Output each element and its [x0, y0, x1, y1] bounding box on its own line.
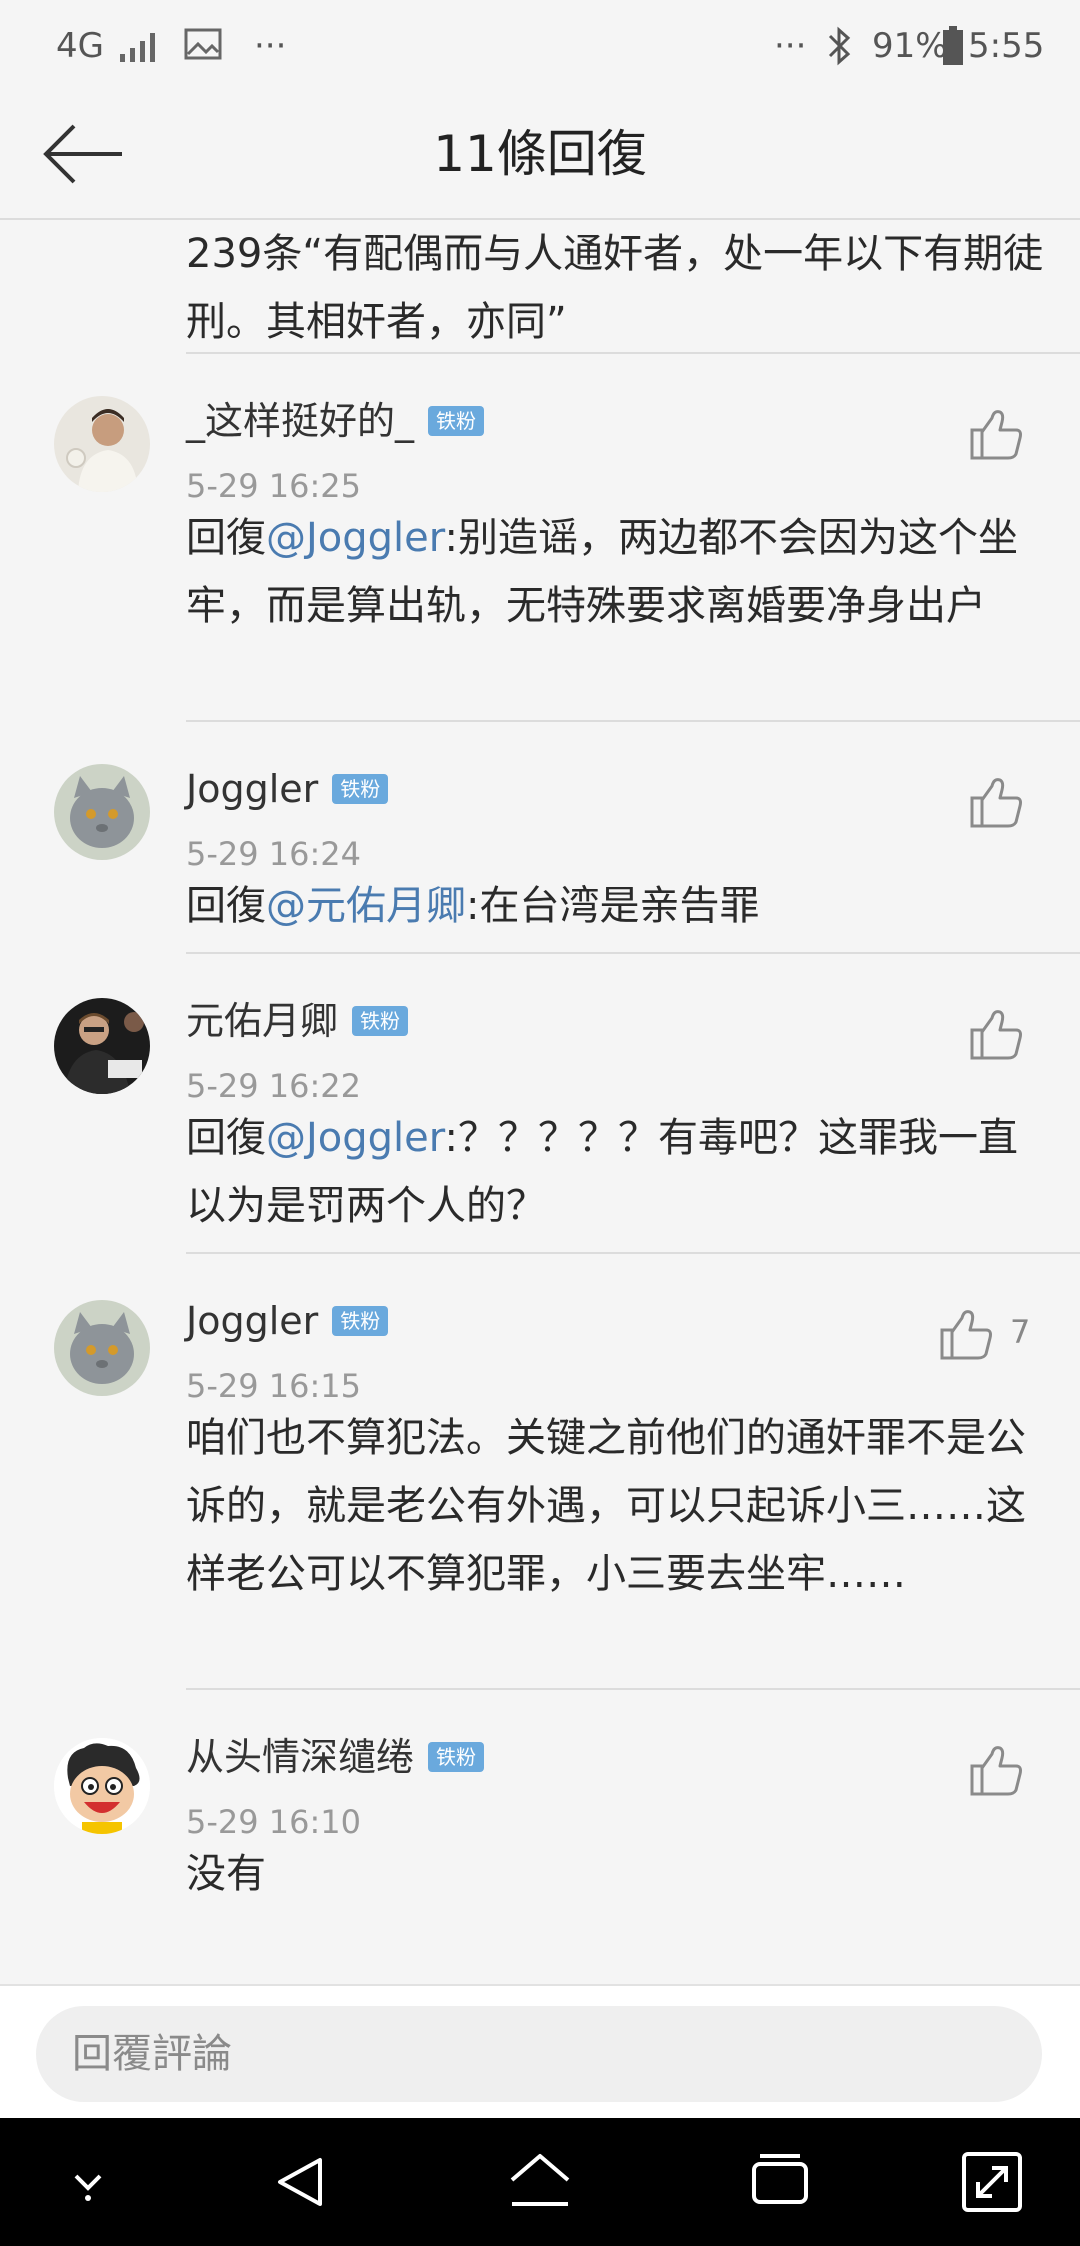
- comment-item: Joggler 铁粉 5-29 16:24 回復@元佑月卿:在台湾是亲告罪: [0, 720, 1080, 952]
- comment-time: 5-29 16:24: [186, 835, 362, 873]
- nav-expand-button[interactable]: [950, 2140, 1034, 2224]
- comment-username[interactable]: 从头情深缱绻 铁粉: [186, 1732, 485, 1782]
- like-button[interactable]: [938, 1306, 994, 1362]
- chevron-down-icon: [74, 2174, 102, 2201]
- username-text: Joggler: [186, 767, 319, 811]
- signal-icon: [118, 30, 162, 62]
- avatar[interactable]: [54, 998, 150, 1094]
- system-nav-bar: [0, 2118, 1080, 2246]
- comment-username[interactable]: Joggler 铁粉: [186, 764, 389, 814]
- comment-time: 5-29 16:10: [186, 1803, 362, 1841]
- back-triangle-icon: [278, 2158, 322, 2206]
- battery-icon: [942, 26, 964, 66]
- fan-badge: 铁粉: [332, 774, 389, 804]
- previous-comment-text: 239条“有配偶而与人通奸者，处一年以下有期徒刑。其相奸者，亦同”: [186, 231, 1044, 345]
- reply-prefix: 回復: [186, 1115, 266, 1161]
- comment-body: 回復@元佑月卿:在台湾是亲告罪: [186, 872, 1046, 940]
- comment-body: 回復@Joggler:别造谣，两边都不会因为这个坐牢，而是算出轨，无特殊要求离婚…: [186, 504, 1046, 640]
- status-dots: ···: [254, 26, 287, 66]
- clock: 5:55: [968, 26, 1045, 66]
- like-button[interactable]: [968, 1006, 1024, 1062]
- username-text: 从头情深缱绻: [186, 1735, 415, 1779]
- header: 11條回復: [0, 90, 1080, 220]
- comment-time: 5-29 16:25: [186, 467, 362, 505]
- reply-prefix: 回復: [186, 515, 266, 561]
- like-button[interactable]: [968, 774, 1024, 830]
- thumbs-up-icon: [970, 410, 1022, 460]
- like-button[interactable]: [968, 1742, 1024, 1798]
- thumbs-up-icon: [970, 778, 1022, 828]
- mention-link[interactable]: @元佑月卿: [266, 883, 466, 929]
- fan-badge: 铁粉: [428, 406, 485, 436]
- reply-bar: [0, 1984, 1080, 2120]
- comment-body: 咱们也不算犯法。关键之前他们的通奸罪不是公诉的，就是老公有外遇，可以只起诉小三……: [186, 1415, 1026, 1597]
- avatar[interactable]: [54, 1738, 150, 1834]
- expand-icon: [962, 2152, 1022, 2212]
- home-icon: [510, 2154, 570, 2206]
- fan-badge: 铁粉: [428, 1742, 485, 1772]
- comment-username[interactable]: Joggler 铁粉: [186, 1296, 389, 1346]
- bluetooth-icon: [826, 24, 854, 68]
- nav-home-button[interactable]: [498, 2140, 582, 2224]
- comment-body: 没有: [186, 1851, 266, 1897]
- avatar[interactable]: [54, 764, 150, 860]
- status-dots-right: ···: [774, 26, 807, 66]
- username-text: 元佑月卿: [186, 999, 339, 1043]
- image-icon: [184, 28, 224, 62]
- comment-time: 5-29 16:22: [186, 1067, 362, 1105]
- hide-keyboard-button[interactable]: [46, 2140, 130, 2224]
- network-type-label: 4G: [56, 26, 104, 66]
- comment-item: Joggler 铁粉 5-29 16:15 咱们也不算犯法。关键之前他们的通奸罪不…: [0, 1252, 1080, 1688]
- comment-body: 回復@Joggler:？？？？？有毒吧？这罪我一直以为是罚两个人的？: [186, 1104, 1046, 1240]
- thumbs-up-icon: [970, 1010, 1022, 1060]
- reply-prefix: 回復: [186, 883, 266, 929]
- like-count: 7: [1010, 1313, 1031, 1351]
- nav-recents-button[interactable]: [738, 2140, 822, 2224]
- comment-item: 从头情深缱绻 铁粉 5-29 16:10 没有: [0, 1688, 1080, 1984]
- status-bar: 4G ··· ··· 91% 5:55: [0, 0, 1080, 90]
- nav-back-button[interactable]: [258, 2140, 342, 2224]
- avatar[interactable]: [54, 396, 150, 492]
- recents-icon: [752, 2154, 808, 2204]
- username-text: Joggler: [186, 1299, 319, 1343]
- comment-list[interactable]: 239条“有配偶而与人通奸者，处一年以下有期徒刑。其相奸者，亦同” _这样挺好的…: [0, 220, 1080, 1984]
- battery-percent: 91%: [872, 26, 948, 66]
- comment-time: 5-29 16:15: [186, 1367, 362, 1405]
- avatar[interactable]: [54, 1300, 150, 1396]
- mention-link[interactable]: @Joggler: [266, 515, 445, 561]
- comment-item: 元佑月卿 铁粉 5-29 16:22 回復@Joggler:？？？？？有毒吧？这罪…: [0, 952, 1080, 1252]
- comment-username[interactable]: 元佑月卿 铁粉: [186, 996, 409, 1046]
- like-button[interactable]: [968, 406, 1024, 462]
- fan-badge: 铁粉: [332, 1306, 389, 1336]
- comment-text: :在台湾是亲告罪: [466, 883, 760, 929]
- fan-badge: 铁粉: [352, 1006, 409, 1036]
- comment-item: _这样挺好的_ 铁粉 5-29 16:25 回復@Joggler:别造谣，两边都不…: [0, 352, 1080, 720]
- thumbs-up-icon: [970, 1746, 1022, 1796]
- thumbs-up-icon: [940, 1310, 992, 1360]
- username-text: _这样挺好的_: [186, 399, 415, 443]
- mention-link[interactable]: @Joggler: [266, 1115, 445, 1161]
- reply-input[interactable]: [36, 2006, 1042, 2102]
- page-title: 11條回復: [433, 125, 647, 183]
- comment-username[interactable]: _这样挺好的_ 铁粉: [186, 396, 485, 446]
